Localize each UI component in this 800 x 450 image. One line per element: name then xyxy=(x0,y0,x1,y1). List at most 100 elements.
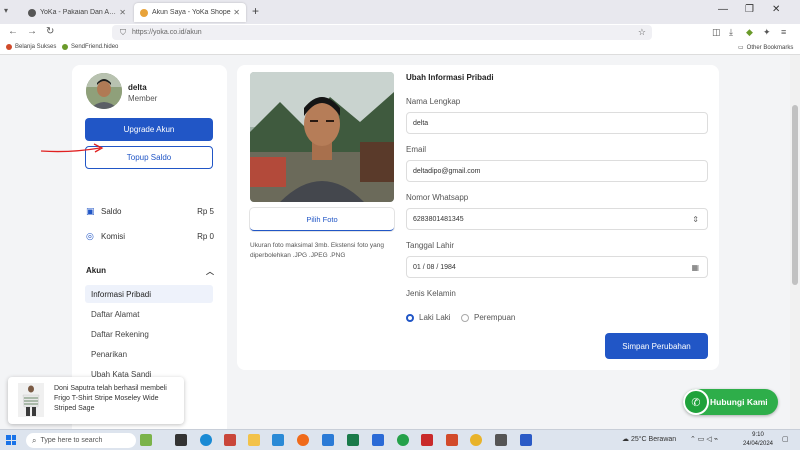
task-view-icon[interactable] xyxy=(175,434,187,446)
bookmarks-bar: Belanja Sukses SendFriend.hideo ▭ Other … xyxy=(0,42,800,55)
purchase-notification[interactable]: Doni Saputra telah berhasil membeli Frig… xyxy=(8,377,184,424)
maximize-icon[interactable]: ❐ xyxy=(745,4,754,15)
app-icon[interactable] xyxy=(372,434,384,446)
gender-option-label: Perempuan xyxy=(474,313,516,322)
app-icon[interactable] xyxy=(495,434,507,446)
firefox-icon[interactable] xyxy=(297,434,309,446)
gender-option-female[interactable]: Perempuan xyxy=(461,313,515,322)
profile-card: Pilih Foto Ukuran foto maksimal 3mb. Eks… xyxy=(237,65,719,370)
pdf-reader-icon[interactable] xyxy=(421,434,433,446)
email-field[interactable]: deltadipo@gmail.com xyxy=(406,160,708,182)
close-window-icon[interactable]: ✕ xyxy=(772,4,780,15)
tab-favicon xyxy=(28,8,36,17)
chrome-icon[interactable] xyxy=(470,434,482,446)
browser-tab-bar: ▾ YoKa - Pakaian Dan Anak - N ✕ Akun Say… xyxy=(0,0,800,24)
bookmark-label: SendFriend.hideo xyxy=(71,44,119,50)
clock-date: 24/04/2024 xyxy=(742,441,774,447)
gender-option-male[interactable]: Laki Laki xyxy=(406,313,451,322)
taskbar-search[interactable]: ⌕ Type here to search xyxy=(26,433,136,448)
full-name-field[interactable]: delta xyxy=(406,112,708,134)
whatsapp-field[interactable]: 6283801481345 ⇕ xyxy=(406,208,708,230)
tab-favicon xyxy=(140,8,148,17)
upgrade-account-button[interactable]: Upgrade Akun xyxy=(85,118,213,141)
search-placeholder: Type here to search xyxy=(40,437,103,444)
app-icon[interactable] xyxy=(224,434,236,446)
back-icon[interactable]: ← xyxy=(8,26,18,37)
birth-date-label: Tanggal Lahir xyxy=(406,241,455,250)
choose-photo-button[interactable]: Pilih Foto xyxy=(250,208,394,231)
coins-icon: ◎ xyxy=(86,230,94,241)
user-name: delta xyxy=(128,83,147,92)
file-explorer-icon[interactable] xyxy=(248,434,260,446)
balance-row: ▣ Saldo Rp 5 xyxy=(86,205,214,217)
commission-label: Komisi xyxy=(101,231,126,241)
extensions-puzzle-icon[interactable]: ✦ xyxy=(763,27,771,38)
close-icon[interactable]: ✕ xyxy=(233,8,240,17)
sidebar-item-personal-info[interactable]: Informasi Pribadi xyxy=(85,285,213,303)
avatar-image xyxy=(86,73,122,109)
windows-start-icon[interactable] xyxy=(6,435,16,445)
contact-whatsapp-button[interactable]: ✆ Hubungi Kami xyxy=(683,389,778,415)
menu-icon[interactable]: ≡ xyxy=(781,27,786,37)
save-changes-button[interactable]: Simpan Perubahan xyxy=(605,333,708,359)
profile-photo xyxy=(250,72,394,202)
gender-label: Jenis Kelamin xyxy=(406,289,456,298)
notification-icon[interactable]: ▢ xyxy=(782,435,789,443)
sidebar-item-withdrawal[interactable]: Penarikan xyxy=(85,345,213,363)
minimize-icon[interactable]: — xyxy=(718,4,728,15)
bookmark-item[interactable]: SendFriend.hideo xyxy=(62,44,118,50)
app-icon[interactable] xyxy=(322,434,334,446)
birth-date-field[interactable]: 01 / 08 / 1984 ▦ xyxy=(406,256,708,278)
tab-title: Akun Saya - YoKa Shope xyxy=(152,9,231,16)
whatsapp-app-icon[interactable] xyxy=(397,434,409,446)
annotation-arrow xyxy=(40,143,104,153)
browser-tab-2[interactable]: Akun Saya - YoKa Shope ✕ xyxy=(134,3,246,22)
bookmark-favicon xyxy=(6,44,12,50)
other-bookmarks[interactable]: ▭ Other Bookmarks xyxy=(738,44,793,52)
widget-icon[interactable] xyxy=(140,434,152,446)
radio-button[interactable] xyxy=(461,313,469,322)
bookmark-favicon xyxy=(62,44,68,50)
balance-value: Rp 5 xyxy=(197,206,214,216)
bookmark-star-icon[interactable]: ☆ xyxy=(638,27,646,38)
close-icon[interactable]: ✕ xyxy=(119,8,126,17)
number-spinner-icon[interactable]: ⇕ xyxy=(692,215,699,224)
sidebar-item-address-list[interactable]: Daftar Alamat xyxy=(85,305,213,323)
account-section-toggle[interactable]: Akun ︿ xyxy=(86,266,214,277)
calendar-icon[interactable]: ▦ xyxy=(691,263,699,272)
extension-icon[interactable]: ◆ xyxy=(746,27,753,38)
page-scrollbar[interactable] xyxy=(790,55,800,429)
sidebar-item-bank-accounts[interactable]: Daftar Rekening xyxy=(85,325,213,343)
product-image xyxy=(18,383,44,417)
bookmark-item[interactable]: Belanja Sukses xyxy=(6,44,56,50)
reload-icon[interactable]: ↻ xyxy=(46,26,54,37)
weather-text: 25°C Berawan xyxy=(630,436,677,443)
chevron-up-icon: ︿ xyxy=(206,267,214,276)
weather-widget[interactable]: ☁ 25°C Berawan xyxy=(622,435,676,443)
address-bar[interactable]: ⛉ https://yoka.co.id/akun ☆ xyxy=(112,25,652,40)
radio-button-checked[interactable] xyxy=(406,313,414,322)
email-value: deltadipo@gmail.com xyxy=(413,167,481,175)
gender-option-label: Laki Laki xyxy=(419,313,451,322)
system-tray-icons[interactable]: ⌃ ▭ ◁ ⌁ xyxy=(690,435,718,443)
downloads-icon[interactable]: ⤓ xyxy=(729,27,733,38)
taskbar-clock[interactable]: 9:10 24/04/2024 xyxy=(740,431,776,449)
avatar xyxy=(86,73,122,109)
clock-time: 9:10 xyxy=(752,432,764,438)
forward-icon[interactable]: → xyxy=(27,26,37,37)
shield-icon: ⛉ xyxy=(120,27,126,37)
edge-icon[interactable] xyxy=(200,434,212,446)
account-section-title: Akun xyxy=(86,266,106,275)
new-tab-button[interactable]: + xyxy=(252,4,259,18)
powerpoint-icon[interactable] xyxy=(446,434,458,446)
word-icon[interactable] xyxy=(520,434,532,446)
wallet-icon: ▣ xyxy=(86,205,95,216)
user-role: Member xyxy=(128,94,158,103)
full-name-label: Nama Lengkap xyxy=(406,97,461,106)
app-icon[interactable] xyxy=(272,434,284,446)
scrollbar-thumb[interactable] xyxy=(792,105,798,285)
browser-tab-1[interactable]: YoKa - Pakaian Dan Anak - N ✕ xyxy=(22,3,132,22)
app-icon[interactable] xyxy=(347,434,359,446)
tab-list-icon[interactable]: ▾ xyxy=(4,6,8,15)
pocket-icon[interactable]: ◫ xyxy=(712,27,721,38)
